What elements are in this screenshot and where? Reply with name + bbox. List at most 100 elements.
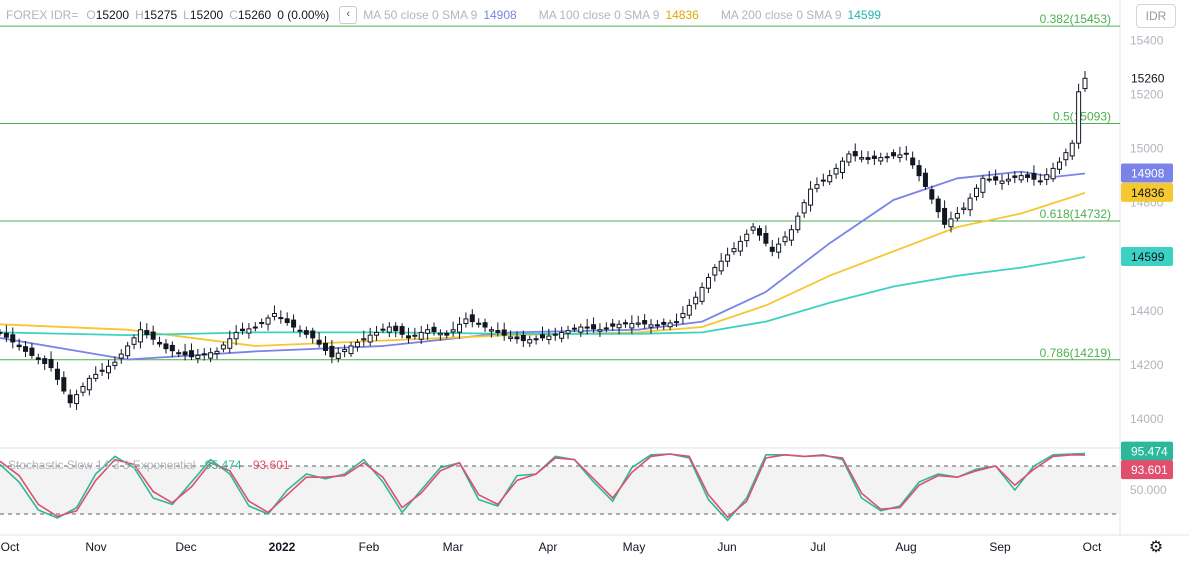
candle-body-161 xyxy=(1025,174,1031,178)
candle-body-152 xyxy=(967,197,973,211)
candle-body-113 xyxy=(718,260,724,272)
candle-body-116 xyxy=(737,240,743,252)
candle-body-2 xyxy=(10,334,16,343)
candle-body-149 xyxy=(948,218,954,228)
candle-body-32 xyxy=(201,353,207,356)
candle-body-119 xyxy=(757,228,762,236)
candle-body-50 xyxy=(316,339,322,345)
candle-body-34 xyxy=(214,350,220,355)
candle-body-156 xyxy=(993,176,999,181)
candle-body-44 xyxy=(278,317,284,320)
candle-body-153 xyxy=(974,187,979,198)
candle-body-70 xyxy=(444,332,450,336)
candle-body-132 xyxy=(839,160,845,173)
candle-body-30 xyxy=(188,350,194,358)
candle-body-98 xyxy=(622,322,628,325)
candle-body-155 xyxy=(986,178,992,181)
candle-body-81 xyxy=(514,336,520,340)
candle-body-48 xyxy=(303,330,309,335)
candle-body-65 xyxy=(412,334,418,337)
symbol-button[interactable]: IDR xyxy=(1136,4,1176,28)
time-axis-label-0: Oct xyxy=(1,540,20,554)
candle-body-160 xyxy=(1018,175,1024,181)
candle-body-77 xyxy=(488,329,494,332)
candle-body-41 xyxy=(259,322,265,325)
candle-body-67 xyxy=(425,329,431,334)
price-tick-label-7: 15400 xyxy=(1130,33,1164,47)
candle-body-14 xyxy=(86,377,92,391)
candle-body-157 xyxy=(999,180,1005,184)
fib-level-label-0: 0.382(15453) xyxy=(1040,12,1111,26)
settings-gear-icon[interactable]: ⚙ xyxy=(1149,539,1163,556)
time-axis-label-6: Apr xyxy=(539,540,558,554)
candle-body-144 xyxy=(916,165,922,177)
candle-body-8 xyxy=(48,358,54,369)
candle-body-72 xyxy=(457,323,463,333)
candle-body-43 xyxy=(271,313,277,317)
candle-body-53 xyxy=(335,352,341,359)
candle-body-42 xyxy=(265,317,271,325)
candle-body-0 xyxy=(0,331,3,334)
time-axis-label-4: Feb xyxy=(359,540,380,554)
candle-body-127 xyxy=(808,188,814,206)
fib-level-label-3: 0.786(14219) xyxy=(1040,346,1111,360)
candle-body-29 xyxy=(182,351,188,356)
candle-body-58 xyxy=(367,334,373,343)
candle-body-62 xyxy=(393,325,399,332)
candle-body-88 xyxy=(559,331,565,339)
ma-line-200 xyxy=(0,256,1086,337)
candle-body-40 xyxy=(252,326,258,329)
candle-body-100 xyxy=(635,322,641,325)
candle-body-31 xyxy=(195,354,201,359)
candle-body-6 xyxy=(35,357,41,360)
candle-body-89 xyxy=(565,330,571,334)
time-axis-label-7: May xyxy=(623,540,646,554)
ma200-badge-text: 14599 xyxy=(1131,250,1165,264)
candle-body-35 xyxy=(220,344,226,350)
candle-body-143 xyxy=(910,157,916,166)
time-axis-label-1: Nov xyxy=(85,540,106,554)
price-tick-label-6: 15200 xyxy=(1130,88,1164,102)
candle-body-59 xyxy=(374,331,380,336)
candle-body-99 xyxy=(629,322,635,329)
candle-body-102 xyxy=(648,324,654,328)
candle-body-136 xyxy=(865,157,871,160)
time-axis-label-10: Aug xyxy=(895,540,916,554)
candle-body-151 xyxy=(961,207,967,210)
candle-body-87 xyxy=(552,333,558,336)
stochastic-d-badge-text: 93.601 xyxy=(1131,463,1168,477)
fib-level-label-1: 0.5(15093) xyxy=(1053,109,1111,123)
candle-body-15 xyxy=(93,373,99,379)
candle-body-57 xyxy=(361,338,367,341)
candle-body-109 xyxy=(693,296,699,305)
chart-canvas[interactable]: 0.382(15453) 0.5(15093) 0.618(14732) 0.786(… xyxy=(0,0,1189,556)
candle-body-24 xyxy=(150,331,156,340)
candle-body-51 xyxy=(323,342,328,351)
legend-change: 0 (0.00%) xyxy=(277,8,330,22)
ma50-badge-text: 14908 xyxy=(1131,166,1165,180)
candle-body-122 xyxy=(776,243,782,253)
candle-body-115 xyxy=(731,248,737,253)
candle-body-112 xyxy=(712,267,718,276)
candle-body-117 xyxy=(744,233,750,242)
candle-body-1 xyxy=(3,332,9,338)
candle-body-165 xyxy=(1050,167,1056,180)
legend-ma50-label: MA 50 close 0 SMA 9 xyxy=(363,8,478,22)
candle-body-107 xyxy=(680,313,686,319)
candle-body-33 xyxy=(208,352,214,359)
candle-body-74 xyxy=(469,314,475,323)
candle-body-131 xyxy=(833,167,839,175)
candle-body-10 xyxy=(61,377,67,392)
legend-ma50-value: 14908 xyxy=(483,8,517,22)
time-axis-label-3: 2022 xyxy=(269,540,296,554)
candle-body-16 xyxy=(99,369,105,372)
collapse-legend-button[interactable]: ‹ xyxy=(339,6,358,24)
candle-body-139 xyxy=(884,156,890,159)
candle-body-148 xyxy=(942,207,948,225)
candle-body-170 xyxy=(1082,77,1088,90)
candle-body-54 xyxy=(342,349,348,353)
last-price-badge-text: 15260 xyxy=(1131,71,1165,85)
candle-body-49 xyxy=(310,330,316,339)
chart-root: 0.382(15453) 0.5(15093) 0.618(14732) 0.786(… xyxy=(0,0,1189,556)
stochastic-legend: Stochastic Slow 14 3 3 Exponential 95.47… xyxy=(8,458,290,472)
